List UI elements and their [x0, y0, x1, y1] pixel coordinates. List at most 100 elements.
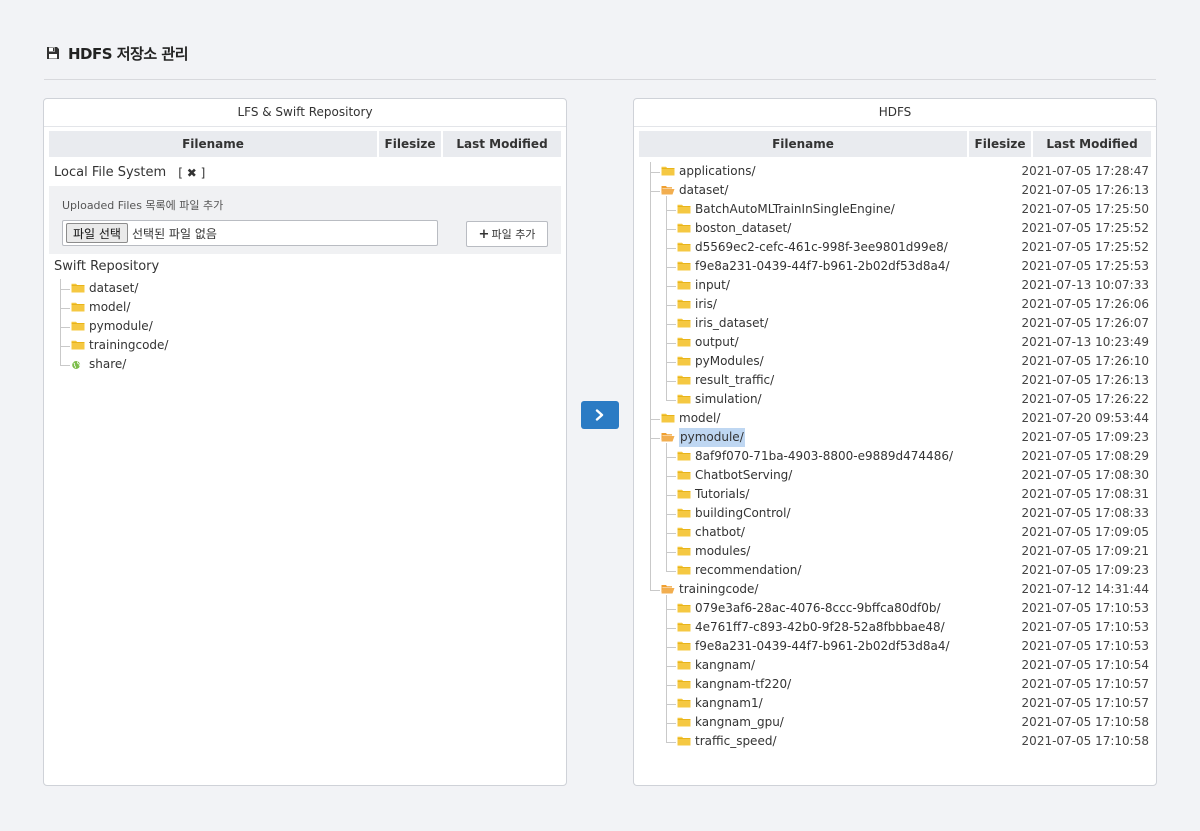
panel-title-hdfs: HDFS — [634, 99, 1156, 127]
hdfs-tree-item[interactable]: d5569ec2-cefc-461c-998f-3ee9801d99e8/ — [677, 238, 948, 257]
tree-branch-line — [60, 327, 70, 328]
hdfs-tree-item[interactable]: result_traffic/ — [677, 371, 774, 390]
hdfs-tree-item[interactable]: buildingControl/ — [677, 504, 790, 523]
folder-icon — [677, 679, 691, 689]
hdfs-item-label: f9e8a231-0439-44f7-b961-2b02df53d8a4/ — [695, 639, 950, 653]
hdfs-tree-item[interactable]: modules/ — [677, 542, 750, 561]
swift-item-label: pymodule/ — [89, 319, 153, 333]
hdfs-tree-item[interactable]: BatchAutoMLTrainInSingleEngine/ — [677, 200, 895, 219]
hdfs-item-date: 2021-07-20 09:53:44 — [1021, 411, 1149, 425]
hdfs-tree-item[interactable]: kangnam/ — [677, 656, 755, 675]
hdfs-tree-item[interactable]: recommendation/ — [677, 561, 801, 580]
hdfs-tree-item[interactable]: Tutorials/ — [677, 485, 749, 504]
column-filename[interactable]: Filename — [49, 131, 379, 157]
hdfs-item-date: 2021-07-05 17:10:53 — [1021, 639, 1149, 653]
column-last-modified[interactable]: Last Modified — [443, 131, 561, 157]
swift-tree-item[interactable]: pymodule/ — [71, 317, 153, 336]
hdfs-item-date: 2021-07-05 17:08:29 — [1021, 449, 1149, 463]
hdfs-tree-item[interactable]: pymodule/ — [661, 428, 745, 447]
hdfs-item-date: 2021-07-12 14:31:44 — [1021, 582, 1149, 596]
hdfs-tree-item[interactable]: traffic_speed/ — [677, 732, 777, 751]
save-icon — [47, 47, 59, 59]
swift-tree-item[interactable]: dataset/ — [71, 279, 138, 298]
hdfs-item-label: Tutorials/ — [695, 487, 750, 501]
folder-icon — [677, 318, 691, 328]
hdfs-item-label: kangnam/ — [695, 658, 756, 672]
swift-tree-item[interactable]: trainingcode/ — [71, 336, 168, 355]
folder-icon — [677, 337, 691, 347]
tree-branch-line — [650, 172, 660, 173]
tree-branch-line — [666, 229, 676, 230]
hdfs-tree-item[interactable]: kangnam-tf220/ — [677, 675, 791, 694]
hdfs-tree-item[interactable]: 4e761ff7-c893-42b0-9f28-52a8fbbbae48/ — [677, 618, 945, 637]
column-filesize[interactable]: Filesize — [379, 131, 443, 157]
tree-branch-line — [650, 191, 660, 192]
file-input[interactable]: 파일 선택 선택된 파일 없음 — [62, 220, 438, 246]
folder-icon — [677, 451, 691, 461]
hdfs-tree-item[interactable]: 079e3af6-28ac-4076-8ccc-9bffca80df0b/ — [677, 599, 941, 618]
hdfs-tree-item[interactable]: chatbot/ — [677, 523, 745, 542]
hdfs-tree-item[interactable]: kangnam_gpu/ — [677, 713, 784, 732]
swift-item-label: share/ — [89, 357, 127, 371]
swift-tree-item[interactable]: model/ — [71, 298, 130, 317]
folder-icon — [677, 470, 691, 480]
local-file-system-close[interactable]: [ ✖ ] — [178, 166, 205, 180]
tree-branch-line — [666, 628, 676, 629]
hdfs-tree-item[interactable]: dataset/ — [661, 181, 728, 200]
hdfs-item-label: dataset/ — [679, 183, 729, 197]
hdfs-tree-item[interactable]: f9e8a231-0439-44f7-b961-2b02df53d8a4/ — [677, 637, 950, 656]
folder-icon — [677, 242, 691, 252]
hdfs-item-date: 2021-07-13 10:23:49 — [1021, 335, 1149, 349]
hdfs-item-date: 2021-07-05 17:09:23 — [1021, 563, 1149, 577]
folder-icon — [677, 508, 691, 518]
hdfs-tree-item[interactable]: iris_dataset/ — [677, 314, 768, 333]
tree-branch-line — [60, 289, 70, 290]
hdfs-tree-item[interactable]: kangnam1/ — [677, 694, 763, 713]
tree-branch-line — [666, 647, 676, 648]
hdfs-item-label: d5569ec2-cefc-461c-998f-3ee9801d99e8/ — [695, 240, 948, 254]
tree-guide-line — [666, 595, 667, 742]
hdfs-tree-item[interactable]: simulation/ — [677, 390, 762, 409]
hdfs-panel: HDFS Filename Filesize Last Modified app… — [633, 98, 1157, 786]
folder-icon — [677, 375, 691, 385]
hdfs-tree-item[interactable]: trainingcode/ — [661, 580, 758, 599]
close-icon[interactable]: ✖ — [187, 166, 197, 180]
globe-icon — [72, 361, 81, 369]
add-file-button[interactable]: + 파일 추가 — [466, 221, 548, 247]
hdfs-item-date: 2021-07-05 17:09:21 — [1021, 544, 1149, 558]
folder-icon — [677, 736, 691, 746]
hdfs-tree-item[interactable]: ChatbotServing/ — [677, 466, 792, 485]
choose-file-button[interactable]: 파일 선택 — [66, 223, 128, 243]
hdfs-tree-item[interactable]: iris/ — [677, 295, 717, 314]
hdfs-item-label: ChatbotServing/ — [695, 468, 793, 482]
tree-guide-line — [650, 162, 651, 590]
tree-guide-line — [60, 279, 61, 365]
hdfs-tree-item[interactable]: output/ — [677, 333, 739, 352]
tree-branch-line — [666, 381, 676, 382]
tree-branch-line — [666, 324, 676, 325]
tree-branch-line — [60, 346, 70, 347]
column-last-modified[interactable]: Last Modified — [1033, 131, 1151, 157]
hdfs-tree-item[interactable]: applications/ — [661, 162, 756, 181]
transfer-button[interactable] — [581, 401, 619, 429]
hdfs-tree-item[interactable]: f9e8a231-0439-44f7-b961-2b02df53d8a4/ — [677, 257, 950, 276]
tree-branch-line — [60, 308, 70, 309]
hdfs-tree-item[interactable]: 8af9f070-71ba-4903-8800-e9889d474486/ — [677, 447, 953, 466]
hdfs-item-date: 2021-07-05 17:10:57 — [1021, 677, 1149, 691]
hdfs-tree-item[interactable]: input/ — [677, 276, 730, 295]
hdfs-item-label: chatbot/ — [695, 525, 745, 539]
hdfs-tree-item[interactable]: pyModules/ — [677, 352, 764, 371]
folder-icon — [677, 299, 691, 309]
hdfs-tree-item[interactable]: boston_dataset/ — [677, 219, 791, 238]
hdfs-item-label: trainingcode/ — [679, 582, 759, 596]
tree-guide-line — [666, 196, 667, 400]
tree-branch-line — [666, 400, 676, 401]
panel-title-lfs: LFS & Swift Repository — [44, 99, 566, 127]
hdfs-tree-item[interactable]: model/ — [661, 409, 720, 428]
column-filesize[interactable]: Filesize — [969, 131, 1033, 157]
hdfs-item-date: 2021-07-05 17:26:06 — [1021, 297, 1149, 311]
column-filename[interactable]: Filename — [639, 131, 969, 157]
folder-icon — [71, 302, 85, 312]
swift-tree-item[interactable]: share/ — [71, 355, 126, 374]
folder-icon — [677, 622, 691, 632]
